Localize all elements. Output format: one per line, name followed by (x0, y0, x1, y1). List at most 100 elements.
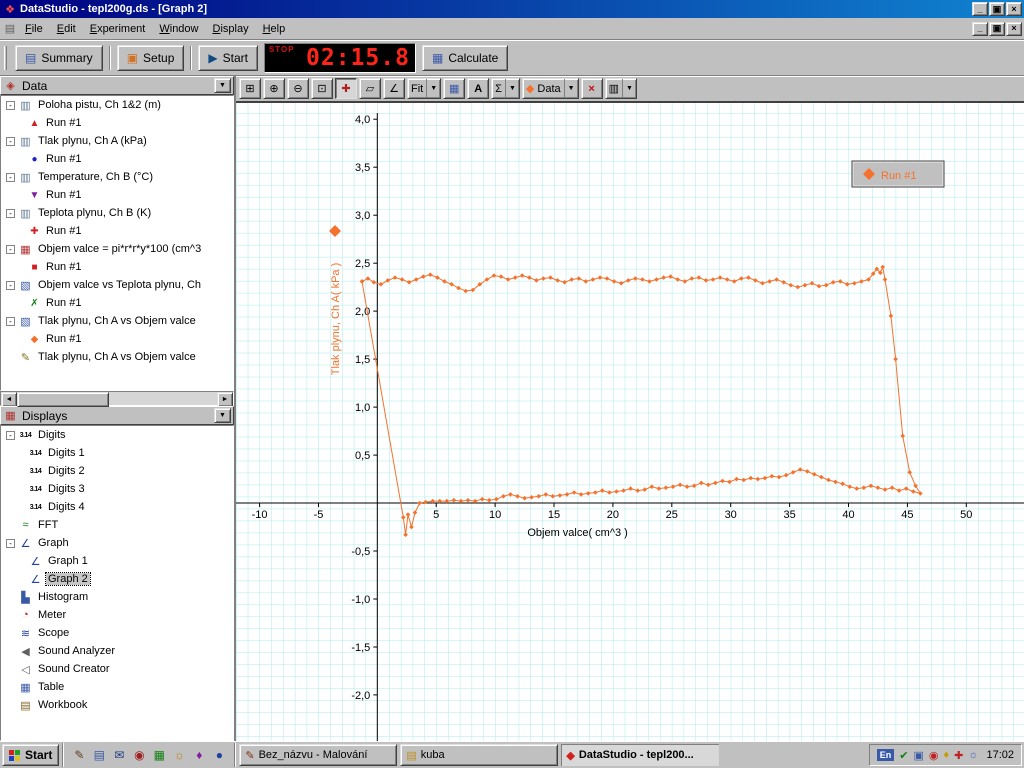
expand-box[interactable]: - (6, 244, 15, 254)
setup-button[interactable]: ▣ Setup (116, 44, 185, 71)
shortcut-diamond-icon[interactable]: ♦ (191, 748, 207, 762)
shortcut-globe-icon[interactable]: ● (211, 748, 227, 762)
tray-diamond-icon[interactable]: ♦ (944, 749, 950, 761)
shortcut-grid-icon[interactable]: ▦ (151, 748, 167, 762)
expand-box[interactable]: - (6, 136, 15, 146)
scroll-left-button[interactable]: ◄ (1, 392, 17, 407)
start-button[interactable]: ▶ Start (198, 44, 258, 71)
tray-plus-icon[interactable]: ✚ (954, 749, 963, 762)
display-item-graph[interactable]: - ∠ Graph (1, 534, 233, 552)
display-item-meter[interactable]: ◔ Meter (1, 606, 233, 624)
data-item-6-run[interactable]: ✗ Run #1 (1, 294, 233, 312)
expand-box[interactable]: - (6, 538, 15, 548)
restore-button[interactable]: ▣ (989, 2, 1005, 16)
fit-menu[interactable]: Fit ▼ (407, 78, 442, 99)
graph-settings-menu[interactable]: ▥ ▼ (604, 78, 637, 99)
zoom-in[interactable]: ⊕ (263, 78, 285, 99)
angle-tool[interactable]: ∠ (383, 78, 405, 99)
display-item-digits-3[interactable]: 3.14 Digits 3 (1, 480, 233, 498)
data-item-8[interactable]: ✎ Tlak plynu, Ch A vs Objem valce (1, 348, 233, 366)
data-item-5[interactable]: - ▦ Objem valce = pi*r*r*y*100 (cm^3 (1, 240, 233, 258)
task-paint-button[interactable]: ✎ Bez_názvu - Malování (239, 744, 398, 766)
fit-menu-dropdown-arrow[interactable]: ▼ (426, 79, 437, 98)
data-panel-menu-button[interactable]: ▼ (214, 78, 231, 93)
expand-box[interactable]: - (6, 430, 15, 440)
data-menu-dropdown-arrow[interactable]: ▼ (563, 79, 575, 98)
display-item-histogram[interactable]: ▙ Histogram (1, 588, 233, 606)
data-item-7[interactable]: - ▧ Tlak plynu, Ch A vs Objem valce (1, 312, 233, 330)
data-item-3[interactable]: - ▥ Temperature, Ch B (°C) (1, 168, 233, 186)
scrollbar-track[interactable] (17, 392, 217, 407)
display-item-sound-analyzer[interactable]: ◀ Sound Analyzer (1, 642, 233, 660)
expand-box[interactable]: - (6, 316, 15, 326)
mdi-minimize-button[interactable]: _ (972, 21, 988, 36)
minimize-button[interactable]: _ (972, 2, 988, 16)
tray-display-icon[interactable]: ▣ (914, 749, 924, 762)
scroll-right-button[interactable]: ► (217, 392, 233, 407)
start-menu-button[interactable]: Start (2, 744, 60, 766)
displays-panel-menu-button[interactable]: ▼ (214, 408, 231, 423)
display-item-digits-1[interactable]: 3.14 Digits 1 (1, 444, 233, 462)
data-item-5-run[interactable]: ■ Run #1 (1, 258, 233, 276)
calculator-tool[interactable]: ▦ (443, 78, 466, 99)
data-item-4-run[interactable]: ✚ Run #1 (1, 222, 233, 240)
menu-window[interactable]: Window (152, 20, 205, 38)
summary-button[interactable]: ▤ Summary (15, 44, 103, 71)
mdi-restore-button[interactable]: ▣ (989, 21, 1005, 36)
menu-display[interactable]: Display (206, 20, 256, 38)
data-item-2[interactable]: - ▥ Tlak plynu, Ch A (kPa) (1, 132, 233, 150)
data-item-7-run[interactable]: ◆ Run #1 (1, 330, 233, 348)
slope-tool[interactable]: ▱ (359, 78, 381, 99)
tray-record-icon[interactable]: ◉ (929, 749, 939, 762)
display-item-fft[interactable]: ≈ FFT (1, 516, 233, 534)
menu-experiment[interactable]: Experiment (83, 20, 153, 38)
data-item-2-run[interactable]: ● Run #1 (1, 150, 233, 168)
shortcut-pencil-icon[interactable]: ✎ (71, 748, 87, 762)
data-item-1-run[interactable]: ▲ Run #1 (1, 114, 233, 132)
expand-box[interactable]: - (6, 280, 15, 290)
data-menu[interactable]: ◆ Data ▼ (521, 78, 579, 99)
tray-sun-icon[interactable]: ☼ (968, 749, 978, 761)
task-datastudio-button[interactable]: ◆ DataStudio - tepl200... (561, 744, 720, 766)
display-item-digits[interactable]: -3.14 Digits (1, 426, 233, 444)
data-item-6[interactable]: - ▧ Objem valce vs Teplota plynu, Ch (1, 276, 233, 294)
delete-button[interactable]: × (580, 78, 603, 99)
data-item-3-run[interactable]: ▼ Run #1 (1, 186, 233, 204)
display-item-table[interactable]: ▦ Table (1, 678, 233, 696)
statistics-menu-dropdown-arrow[interactable]: ▼ (504, 79, 516, 98)
shortcut-sun-icon[interactable]: ☼ (171, 748, 187, 762)
scrollbar-thumb[interactable] (17, 392, 109, 407)
mdi-close-button[interactable]: × (1006, 21, 1022, 36)
data-item-1[interactable]: - ▥ Poloha pistu, Ch 1&2 (m) (1, 96, 233, 114)
calculate-button[interactable]: ▦ Calculate (421, 44, 509, 71)
expand-box[interactable]: - (6, 208, 15, 218)
keyboard-language-indicator[interactable]: En (876, 749, 895, 761)
shortcut-docs-icon[interactable]: ▤ (91, 748, 107, 762)
display-item-digits-4[interactable]: 3.14 Digits 4 (1, 498, 233, 516)
shortcut-cd-icon[interactable]: ◉ (131, 748, 147, 762)
menu-help[interactable]: Help (256, 20, 293, 38)
menu-edit[interactable]: Edit (50, 20, 83, 38)
display-item-sound-creator[interactable]: ◁ Sound Creator (1, 660, 233, 678)
menu-file[interactable]: File (18, 20, 50, 38)
expand-box[interactable]: - (6, 100, 15, 110)
scale-to-fit[interactable]: ⊞ (239, 78, 261, 99)
display-item-workbook[interactable]: ▤ Workbook (1, 696, 233, 714)
zoom-out[interactable]: ⊖ (287, 78, 309, 99)
display-item-digits-2[interactable]: 3.14 Digits 2 (1, 462, 233, 480)
taskbar-clock[interactable]: 17:02 (983, 749, 1014, 761)
text-tool[interactable]: A (467, 78, 490, 99)
shortcut-mail-icon[interactable]: ✉ (111, 748, 127, 762)
data-item-4[interactable]: - ▥ Teplota plynu, Ch B (K) (1, 204, 233, 222)
statistics-menu[interactable]: Σ ▼ (491, 78, 520, 99)
graph-settings-menu-dropdown-arrow[interactable]: ▼ (621, 79, 633, 98)
display-item-scope[interactable]: ≋ Scope (1, 624, 233, 642)
zoom-select[interactable]: ⊡ (311, 78, 333, 99)
tray-check-icon[interactable]: ✔ (899, 749, 908, 762)
smart-tool[interactable]: ✚ (335, 78, 357, 99)
graph-2-chart[interactable]: -10 -5 5 10 15 20 25 30 35 40 45 50 4,0 3,5 3,0 2,5 2,0 1… (236, 101, 1024, 741)
display-item-graph-2[interactable]: ∠ Graph 2 (1, 570, 233, 588)
display-item-graph-1[interactable]: ∠ Graph 1 (1, 552, 233, 570)
expand-box[interactable]: - (6, 172, 15, 182)
close-button[interactable]: × (1006, 2, 1022, 16)
